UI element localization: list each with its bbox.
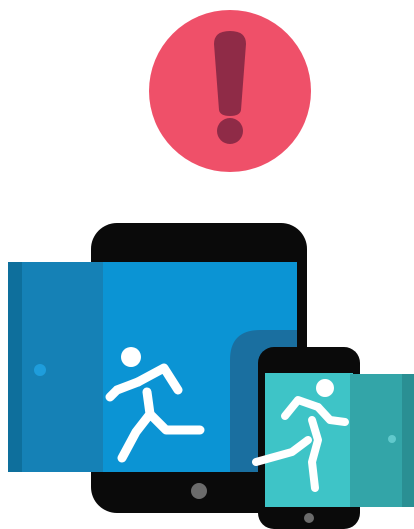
alert-exclamation-icon	[149, 10, 311, 172]
tablet-door-knob	[34, 364, 46, 376]
tablet-door-panel	[22, 262, 103, 472]
tablet-person-head	[121, 347, 141, 367]
illustration-canvas	[8, 10, 414, 529]
exclamation-mark-stem	[214, 31, 246, 116]
phone-home-button	[304, 513, 314, 523]
tablet-home-button	[191, 483, 207, 499]
phone-door-knob	[388, 435, 396, 443]
tablet-open-door-icon	[8, 262, 103, 472]
app-error-illustration	[0, 0, 414, 529]
exclamation-mark-dot	[217, 118, 243, 144]
phone-person-head	[316, 379, 334, 397]
phone-open-door-icon	[350, 374, 414, 507]
phone-person-leg-front	[308, 416, 322, 492]
phone-device	[252, 347, 414, 529]
